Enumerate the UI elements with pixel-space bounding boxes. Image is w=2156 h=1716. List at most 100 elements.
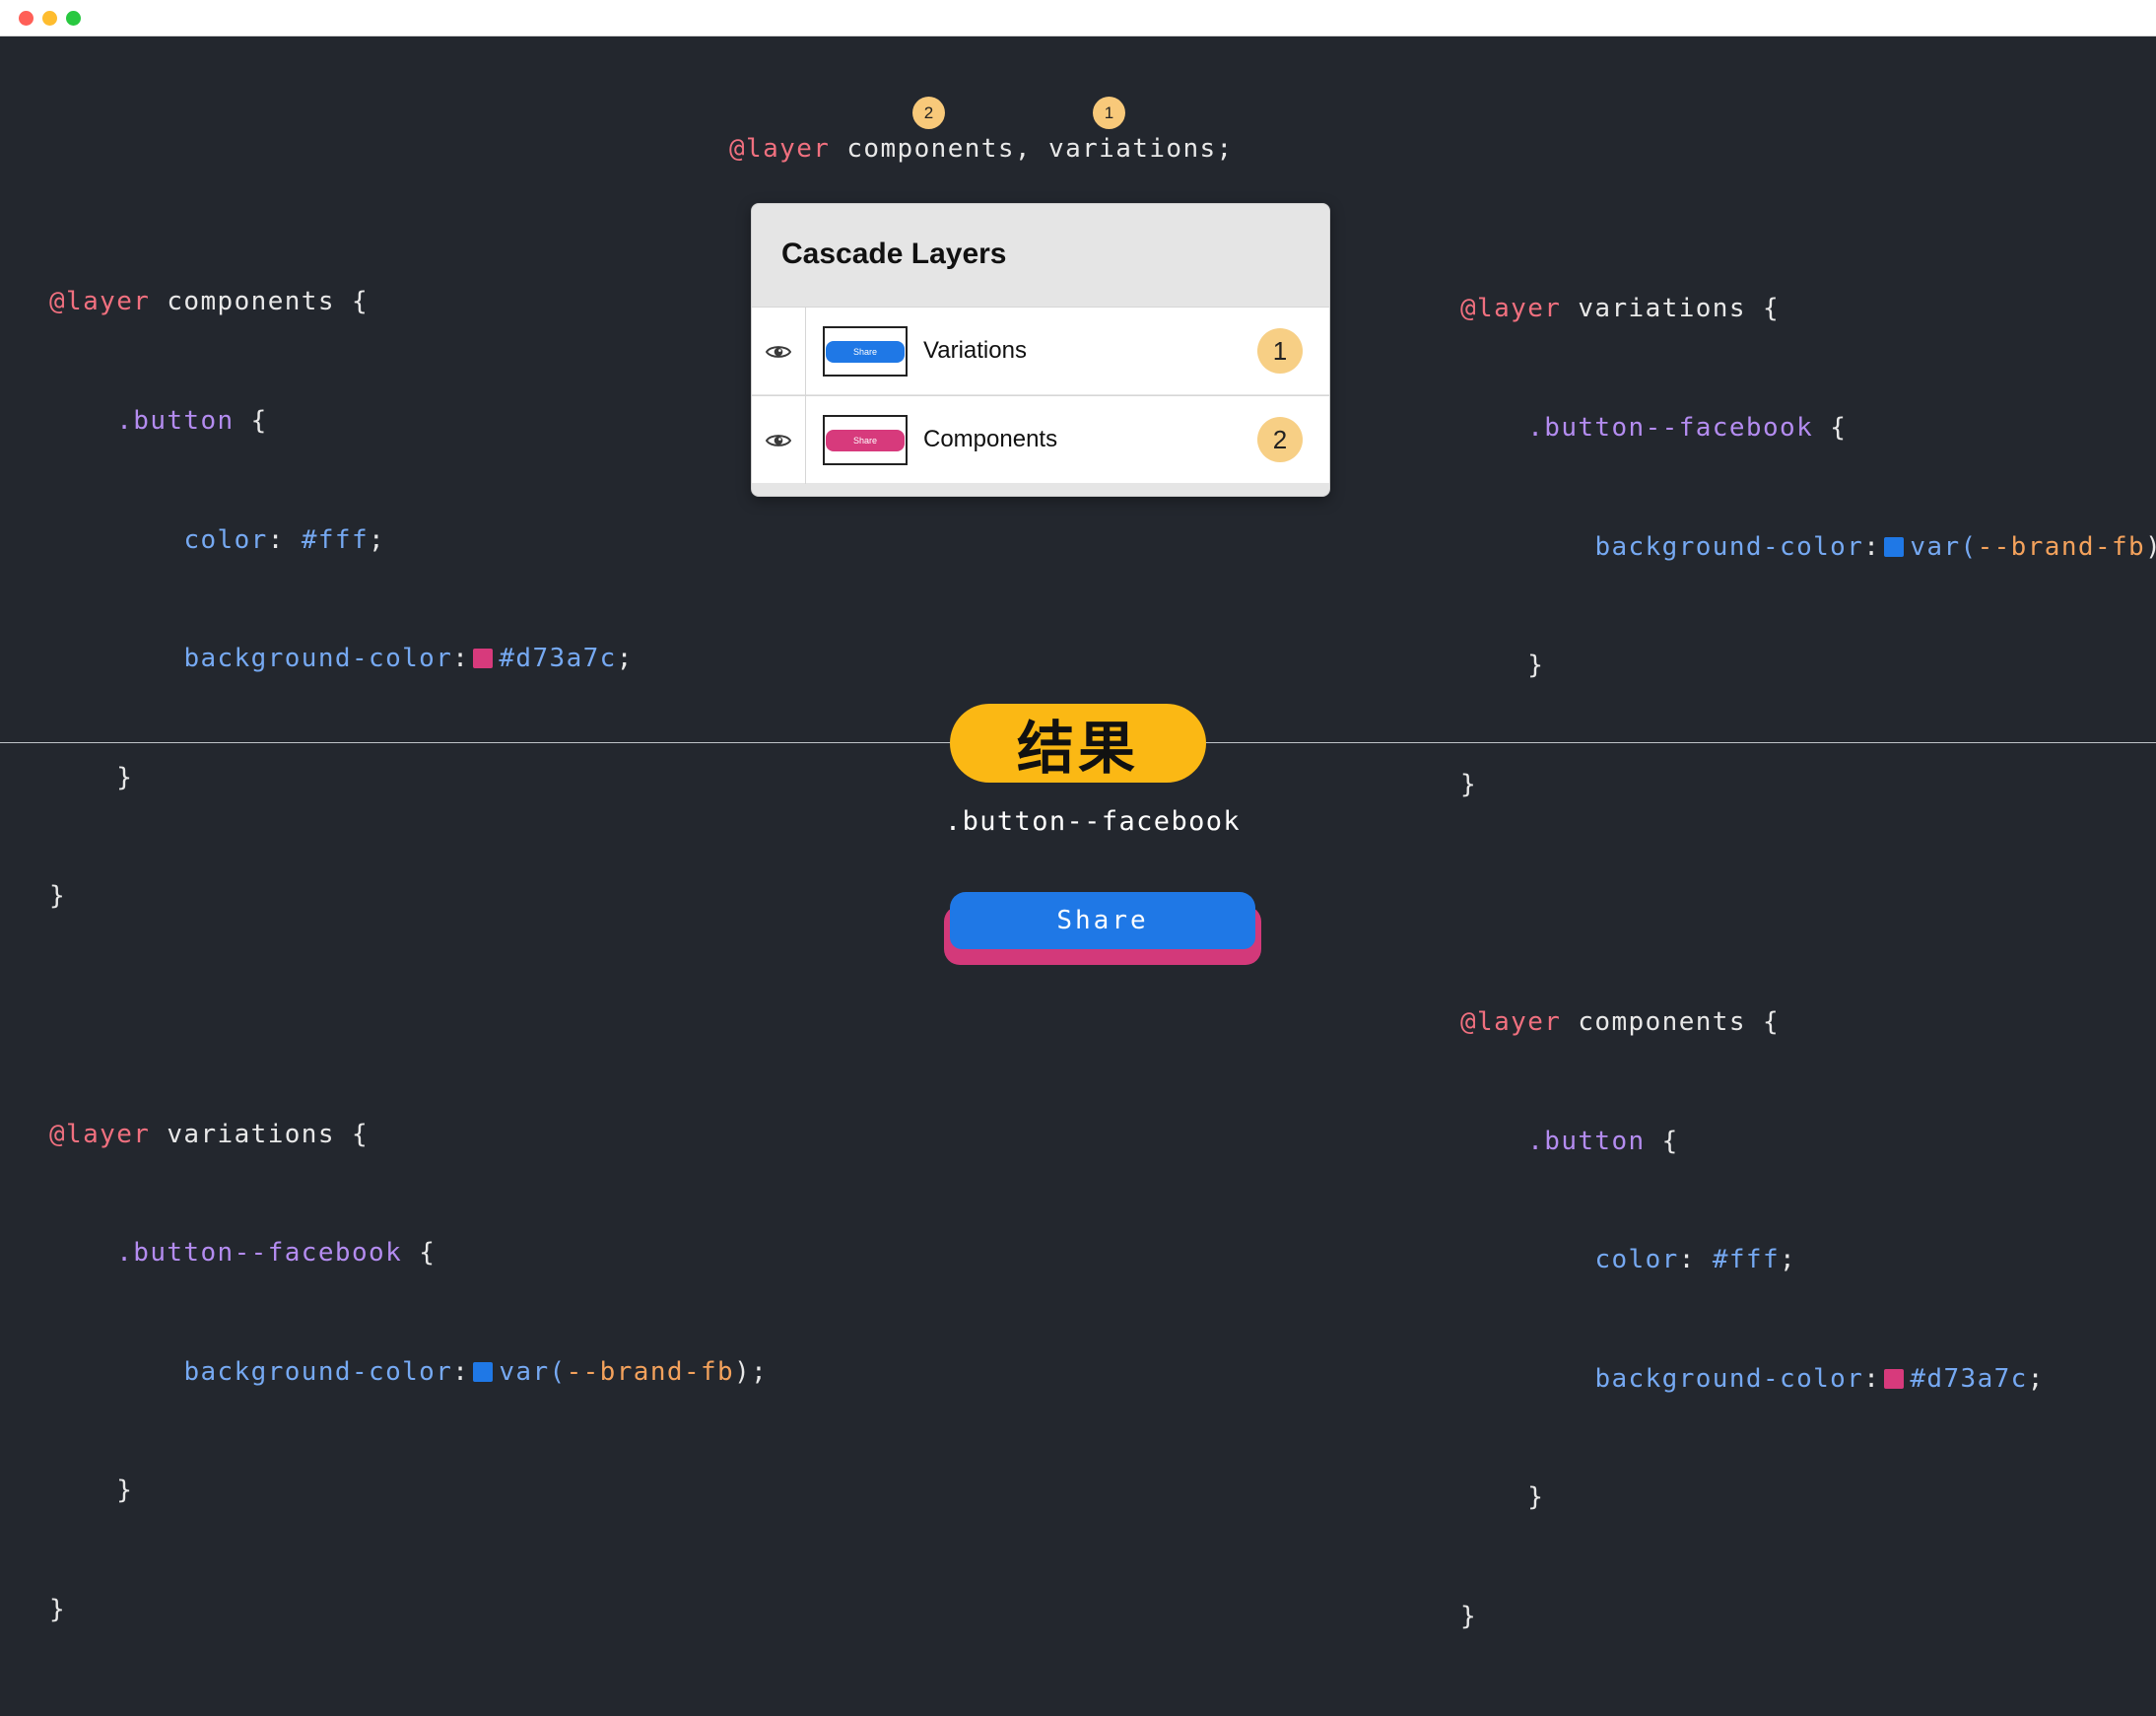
cascade-layers-panel: Cascade Layers Share Variations 1 Share … (751, 203, 1330, 497)
layer-thumbnail: Share (823, 326, 908, 377)
share-button[interactable]: Share (944, 892, 1261, 965)
brace: } (1527, 1482, 1545, 1513)
semicolon: ; (616, 644, 634, 674)
code-line: background-color: #d73a7c; (1460, 1359, 2156, 1399)
brace: } (1460, 1601, 1478, 1631)
paren: ); (734, 1356, 769, 1387)
layer-row-label: Variations (923, 337, 1027, 364)
property: background-color (1594, 1363, 1864, 1394)
order-badge-variations: 1 (1093, 97, 1125, 129)
brace: { (402, 1238, 437, 1269)
code-line: color: #fff; (49, 520, 768, 560)
value: #fff (301, 524, 370, 555)
colon: : (452, 1356, 470, 1387)
panel-title: Cascade Layers (781, 238, 1007, 270)
brace: } (1527, 651, 1545, 681)
brace: } (116, 762, 134, 792)
layer-name: components { (1561, 1006, 1781, 1037)
result-label: 结果 (950, 704, 1206, 783)
code-line: } (49, 876, 768, 916)
selector: .button--facebook (1527, 413, 1814, 443)
minimize-window-button[interactable] (42, 11, 57, 26)
layer-name: components { (150, 287, 370, 317)
brace: { (1813, 413, 1848, 443)
value: #fff (1712, 1245, 1781, 1275)
code-line: } (49, 1590, 768, 1629)
paren: ); (2145, 532, 2156, 562)
brace: { (234, 406, 268, 436)
code-line: .button { (49, 401, 768, 441)
code-line: .button { (1460, 1122, 2156, 1161)
function: var( (499, 1356, 567, 1387)
property: background-color (1594, 531, 1864, 562)
brace: } (116, 1476, 134, 1506)
brace: } (49, 881, 67, 912)
window: 2 1 @layer components, variations; @laye… (0, 0, 2156, 1631)
code-block-left: @layer components { .button { color: #ff… (49, 203, 768, 1709)
layer-row-components[interactable]: Share Components 2 (752, 395, 1329, 484)
layer-order-badge: 2 (1257, 417, 1303, 462)
colon: : (1678, 1245, 1713, 1275)
visibility-toggle[interactable] (752, 308, 806, 395)
selector: .button (116, 406, 235, 436)
layer-keyword: @layer (1460, 1006, 1562, 1037)
code-line: color: #fff; (1460, 1240, 2156, 1279)
layer-name: variations { (1561, 294, 1781, 324)
layer-keyword: @layer (1460, 294, 1562, 324)
code-line: } (49, 1471, 768, 1510)
thumbnail-share-button: Share (826, 340, 905, 363)
colon: : (1863, 531, 1881, 562)
code-line: @layer components { (1460, 1002, 2156, 1042)
visibility-toggle[interactable] (752, 396, 806, 484)
brace: } (1460, 769, 1478, 799)
colon: : (267, 524, 302, 555)
property: background-color (183, 1356, 453, 1387)
layer-thumbnail: Share (823, 415, 908, 465)
layer-keyword: @layer (729, 134, 831, 164)
code-line: @layer components { (49, 282, 768, 321)
layer-order-list: components, variations; (830, 134, 1234, 164)
brace: { (1645, 1126, 1679, 1156)
selector: .button (1527, 1126, 1646, 1156)
layer-keyword: @layer (49, 1119, 151, 1149)
layer-row-variations[interactable]: Share Variations 1 (752, 307, 1329, 395)
maximize-window-button[interactable] (66, 11, 81, 26)
code-line: } (49, 758, 768, 797)
semicolon: ; (1780, 1245, 1797, 1275)
function: var( (1910, 531, 1978, 562)
eye-icon (766, 345, 791, 358)
color-swatch-icon (1884, 1368, 1905, 1389)
css-variable: --brand-fb (1977, 531, 2146, 562)
thumbnail-share-button: Share (826, 429, 905, 451)
code-line: .button--facebook { (1460, 408, 2156, 447)
code-block-right: @layer variations { .button--facebook { … (1460, 210, 2156, 1716)
code-line: @layer variations { (49, 1115, 768, 1154)
semicolon: ; (2027, 1363, 2045, 1394)
property: background-color (183, 644, 453, 674)
code-line: } (1460, 765, 2156, 804)
color-swatch-icon (473, 1361, 494, 1382)
eye-icon (766, 434, 791, 446)
layer-order-badge: 1 (1257, 328, 1303, 374)
title-bar (0, 0, 2156, 36)
code-line: } (1460, 1477, 2156, 1517)
share-button-label: Share (950, 892, 1255, 949)
layer-row-label: Components (923, 426, 1058, 452)
css-variable: --brand-fb (566, 1356, 735, 1387)
property: color (1594, 1245, 1679, 1275)
color-swatch-icon (473, 649, 494, 669)
code-line: } (1460, 646, 2156, 685)
layer-name: variations { (150, 1119, 370, 1149)
code-line: @layer variations { (1460, 289, 2156, 328)
close-window-button[interactable] (19, 11, 34, 26)
result-class-name: .button--facebook (944, 806, 1242, 837)
property: color (183, 524, 268, 555)
value: #d73a7c (1910, 1363, 2028, 1394)
semicolon: ; (369, 524, 386, 555)
brace: } (49, 1594, 67, 1624)
code-line: background-color: var(--brand-fb); (49, 1352, 768, 1392)
code-line: background-color: var(--brand-fb); (1460, 527, 2156, 567)
color-swatch-icon (1884, 536, 1905, 557)
